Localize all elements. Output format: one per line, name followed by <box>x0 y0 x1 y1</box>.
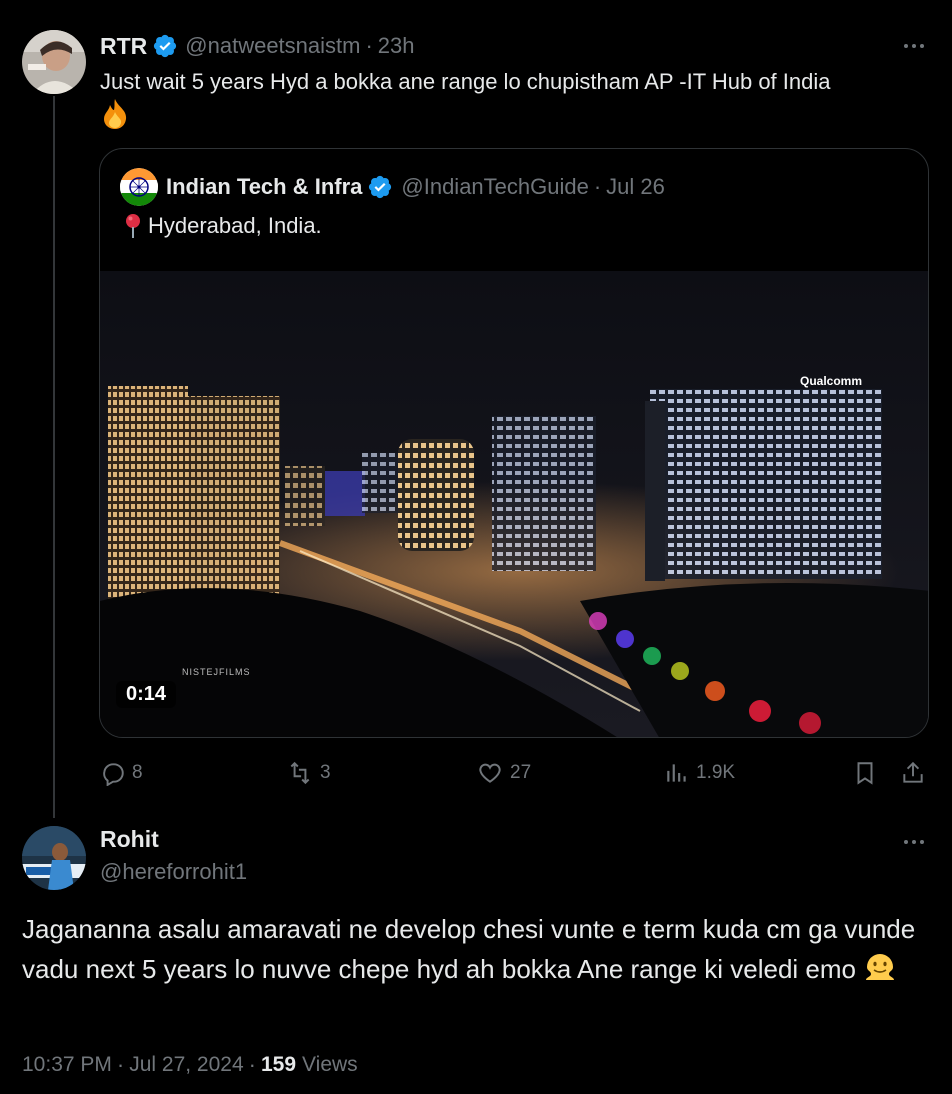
separator-dot: · <box>365 33 373 58</box>
quoted-tweet-card[interactable]: Indian Tech & Infra @IndianTechGuide · J… <box>99 148 929 738</box>
quoted-author-handle[interactable]: @IndianTechGuide <box>401 174 588 200</box>
heart-icon <box>479 763 501 783</box>
repost-count: 3 <box>320 762 331 783</box>
separator-dot: · <box>248 1052 256 1077</box>
views-button[interactable]: 1.9K <box>664 756 735 790</box>
share-icon <box>903 761 923 783</box>
location-pin-icon <box>126 214 140 238</box>
author-handle[interactable]: @hereforrohit1 <box>100 859 247 885</box>
repost-icon <box>290 761 310 785</box>
separator-dot: · <box>116 1052 125 1077</box>
views-count: 159 <box>260 1053 297 1076</box>
avatar-rohit[interactable] <box>22 826 86 890</box>
reply-button[interactable]: 8 <box>100 756 143 790</box>
quoted-tweet-text: Hyderabad, India. <box>124 213 322 239</box>
quoted-date[interactable]: Jul 26 <box>606 174 665 200</box>
building-sign: Qualcomm <box>800 374 862 388</box>
tweet-meta: 10:37 PM · Jul 27, 2024 · 159 Views <box>22 1052 358 1078</box>
quoted-author-name[interactable]: Indian Tech & Infra <box>166 174 362 200</box>
reply-icon <box>103 763 124 786</box>
share-button[interactable] <box>900 756 932 790</box>
tweet-actions-bar: 8 3 27 1.9K <box>100 756 930 790</box>
verified-badge-icon <box>369 175 392 199</box>
views-count: 1.9K <box>696 762 736 783</box>
more-options-icon[interactable] <box>894 828 934 856</box>
author-name[interactable]: RTR <box>100 33 147 60</box>
video-duration: 0:14 <box>116 681 177 708</box>
video-watermark: NISTEJFILMS <box>182 667 251 677</box>
analytics-icon <box>667 764 686 782</box>
verified-badge-icon <box>154 34 177 58</box>
repost-button[interactable]: 3 <box>286 756 331 790</box>
thread-connector-line <box>53 96 55 818</box>
views-label: Views <box>302 1053 358 1076</box>
tweet-time[interactable]: 10:37 PM <box>22 1053 112 1077</box>
video-player[interactable]: Qualcomm NISTEJFILMS 0:14 <box>100 271 928 737</box>
like-count: 27 <box>510 762 532 783</box>
separator-dot: · <box>593 174 602 199</box>
tweet-text: Just wait 5 years Hyd a bokka ane range … <box>100 66 930 139</box>
bookmark-icon <box>857 762 873 785</box>
reply-tweet-header: Rohit @hereforrohit1 <box>100 826 247 885</box>
like-button[interactable]: 27 <box>476 756 531 790</box>
avatar-rtr[interactable] <box>22 30 86 94</box>
tweet-text-content: Just wait 5 years Hyd a bokka ane range … <box>100 69 831 94</box>
author-name[interactable]: Rohit <box>100 826 247 853</box>
tweet-header: RTR @natweetsnaistm · 23h <box>100 30 415 62</box>
quoted-tweet-header: Indian Tech & Infra @IndianTechGuide · J… <box>120 168 665 206</box>
bookmark-button[interactable] <box>852 756 884 790</box>
avatar-indian-tech-infra[interactable] <box>120 168 158 206</box>
author-handle[interactable]: @natweetsnaistm <box>185 33 360 59</box>
reply-tweet-text: Jagananna asalu amaravati ne develop che… <box>22 910 922 993</box>
tweet-date[interactable]: Jul 27, 2024 <box>129 1053 243 1077</box>
more-options-icon[interactable] <box>894 32 934 60</box>
quoted-tweet-text-content: Hyderabad, India. <box>148 213 322 238</box>
reply-count: 8 <box>132 762 143 783</box>
fire-emoji-icon <box>100 98 130 139</box>
melting-face-emoji-icon <box>863 949 897 994</box>
reply-tweet-text-content: Jagananna asalu amaravati ne develop che… <box>22 914 916 984</box>
timestamp[interactable]: 23h <box>378 33 415 59</box>
